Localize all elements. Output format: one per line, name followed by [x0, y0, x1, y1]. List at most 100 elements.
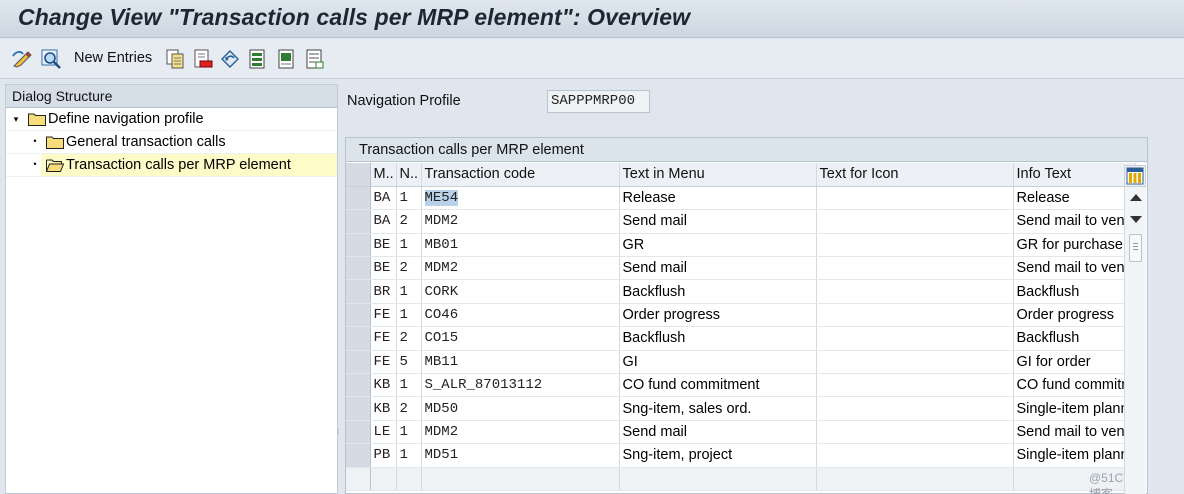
- cell-number[interactable]: 2: [396, 209, 422, 234]
- details-icon[interactable]: [40, 48, 62, 70]
- table-row[interactable]: BA 1 ME54 Release Release: [346, 186, 1136, 211]
- cell-transaction-code[interactable]: MB01: [421, 233, 620, 258]
- row-selector[interactable]: [346, 256, 371, 281]
- empty-cell[interactable]: [370, 467, 397, 491]
- row-selector[interactable]: [346, 279, 371, 304]
- cell-text-for-icon[interactable]: [816, 443, 1014, 468]
- cell-info-text[interactable]: GR for purchase o: [1013, 233, 1136, 258]
- cell-number[interactable]: 1: [396, 279, 422, 304]
- table-row[interactable]: FE 2 CO15 Backflush Backflush: [346, 326, 1136, 351]
- row-selector[interactable]: [346, 326, 371, 351]
- row-selector[interactable]: [346, 303, 371, 328]
- table-row[interactable]: FE 1 CO46 Order progress Order progress: [346, 303, 1136, 328]
- cell-text-in-menu[interactable]: Sng-item, sales ord.: [619, 396, 817, 421]
- empty-row[interactable]: [346, 467, 1136, 491]
- tree-item-define-navigation-profile[interactable]: ▾ Define navigation profile: [6, 108, 337, 131]
- cell-transaction-code[interactable]: MDM2: [421, 256, 620, 281]
- cell-mrp-element[interactable]: BE: [370, 233, 397, 258]
- table-row[interactable]: PB 1 MD51 Sng-item, project Single-item plan…: [346, 443, 1136, 468]
- cell-info-text[interactable]: Order progress: [1013, 303, 1136, 328]
- cell-number[interactable]: 1: [396, 443, 422, 468]
- row-selector[interactable]: [346, 350, 371, 375]
- cell-text-for-icon[interactable]: [816, 233, 1014, 258]
- empty-cell[interactable]: [816, 467, 1014, 491]
- cell-info-text[interactable]: Send mail to vend: [1013, 256, 1136, 281]
- cell-mrp-element[interactable]: FE: [370, 326, 397, 351]
- table-row[interactable]: BE 2 MDM2 Send mail Send mail to vend: [346, 256, 1136, 281]
- scroll-down-icon[interactable]: [1130, 216, 1142, 223]
- cell-info-text[interactable]: CO fund commitm: [1013, 373, 1136, 398]
- cell-mrp-element[interactable]: BA: [370, 209, 397, 234]
- row-selector[interactable]: [346, 443, 371, 468]
- column-header-transaction-code[interactable]: Transaction code: [421, 163, 620, 187]
- cell-text-for-icon[interactable]: [816, 373, 1014, 398]
- cell-mrp-element[interactable]: BE: [370, 256, 397, 281]
- select-all-cell[interactable]: [346, 163, 371, 187]
- cell-info-text[interactable]: Single-item plann: [1013, 396, 1136, 421]
- cell-number[interactable]: 2: [396, 326, 422, 351]
- cell-text-for-icon[interactable]: [816, 209, 1014, 234]
- cell-text-in-menu[interactable]: GR: [619, 233, 817, 258]
- cell-text-in-menu[interactable]: Release: [619, 186, 817, 211]
- cell-info-text[interactable]: Backflush: [1013, 279, 1136, 304]
- table-row[interactable]: LE 1 MDM2 Send mail Send mail to vend: [346, 420, 1136, 445]
- display-change-icon[interactable]: [11, 48, 33, 70]
- cell-info-text[interactable]: Single-item plann: [1013, 443, 1136, 468]
- column-header-mrp-element[interactable]: M..: [370, 163, 397, 187]
- table-row[interactable]: BR 1 CORK Backflush Backflush: [346, 279, 1136, 304]
- scroll-thumb[interactable]: [1129, 234, 1142, 262]
- pane-splitter[interactable]: ⁞: [337, 428, 341, 444]
- cell-text-for-icon[interactable]: [816, 420, 1014, 445]
- table-row[interactable]: KB 1 S_ALR_87013112 CO fund commitment CO fu…: [346, 373, 1136, 398]
- cell-transaction-code[interactable]: CO15: [421, 326, 620, 351]
- row-selector[interactable]: [346, 467, 371, 491]
- cell-mrp-element[interactable]: BR: [370, 279, 397, 304]
- column-header-text-in-menu[interactable]: Text in Menu: [619, 163, 817, 187]
- cell-mrp-element[interactable]: FE: [370, 303, 397, 328]
- row-selector[interactable]: [346, 396, 371, 421]
- empty-cell[interactable]: [421, 467, 620, 491]
- cell-number[interactable]: 1: [396, 373, 422, 398]
- cell-text-for-icon[interactable]: [816, 350, 1014, 375]
- cell-transaction-code[interactable]: MD51: [421, 443, 620, 468]
- cell-text-for-icon[interactable]: [816, 279, 1014, 304]
- cell-transaction-code[interactable]: S_ALR_87013112: [421, 373, 620, 398]
- cell-text-in-menu[interactable]: Sng-item, project: [619, 443, 817, 468]
- empty-cell[interactable]: [396, 467, 422, 491]
- cell-info-text[interactable]: Release: [1013, 186, 1136, 211]
- undo-change-icon[interactable]: [219, 48, 241, 70]
- copy-as-icon[interactable]: [164, 48, 186, 70]
- cell-number[interactable]: 2: [396, 256, 422, 281]
- cell-text-in-menu[interactable]: GI: [619, 350, 817, 375]
- table-row[interactable]: KB 2 MD50 Sng-item, sales ord. Single-item p…: [346, 396, 1136, 421]
- select-block-icon[interactable]: [276, 48, 298, 70]
- cell-text-for-icon[interactable]: [816, 326, 1014, 351]
- empty-cell[interactable]: [619, 467, 817, 491]
- cell-text-in-menu[interactable]: Backflush: [619, 279, 817, 304]
- cell-transaction-code[interactable]: CORK: [421, 279, 620, 304]
- cell-text-for-icon[interactable]: [816, 186, 1014, 211]
- table-row[interactable]: BA 2 MDM2 Send mail Send mail to vend: [346, 209, 1136, 234]
- cell-transaction-code[interactable]: ME54: [421, 186, 620, 211]
- tree-item-general-transaction-calls[interactable]: • General transaction calls: [6, 131, 337, 154]
- vertical-scrollbar[interactable]: [1124, 187, 1146, 494]
- cell-info-text[interactable]: Backflush: [1013, 326, 1136, 351]
- select-all-icon[interactable]: [247, 48, 269, 70]
- delete-icon[interactable]: [192, 48, 214, 70]
- cell-text-in-menu[interactable]: Order progress: [619, 303, 817, 328]
- cell-mrp-element[interactable]: KB: [370, 373, 397, 398]
- cell-info-text[interactable]: Send mail to vend: [1013, 209, 1136, 234]
- cell-text-in-menu[interactable]: CO fund commitment: [619, 373, 817, 398]
- new-entries-button[interactable]: New Entries: [74, 50, 152, 66]
- cell-text-in-menu[interactable]: Send mail: [619, 209, 817, 234]
- row-selector[interactable]: [346, 420, 371, 445]
- column-header-number[interactable]: N..: [396, 163, 422, 187]
- cell-number[interactable]: 1: [396, 420, 422, 445]
- cell-mrp-element[interactable]: BA: [370, 186, 397, 211]
- row-selector[interactable]: [346, 186, 371, 211]
- tree-item-transaction-calls-per-mrp-element[interactable]: • Transaction calls per MRP element: [6, 154, 337, 177]
- table-row[interactable]: BE 1 MB01 GR GR for purchase o: [346, 233, 1136, 258]
- column-header-info-text[interactable]: Info Text: [1013, 163, 1136, 187]
- cell-transaction-code[interactable]: MDM2: [421, 420, 620, 445]
- cell-text-for-icon[interactable]: [816, 256, 1014, 281]
